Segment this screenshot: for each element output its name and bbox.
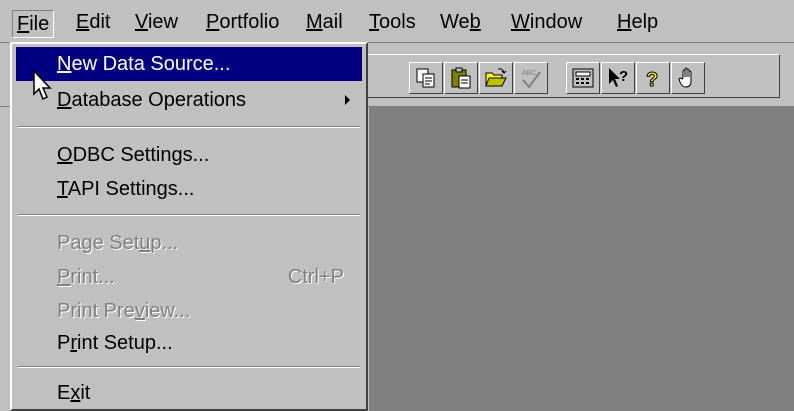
context-help-icon: ? (609, 68, 628, 87)
menu-window[interactable]: Window (511, 8, 582, 36)
menu-item-tapi-settings[interactable]: TAPI Settings... (16, 172, 362, 206)
menu-item-label: Print Pre (57, 300, 135, 322)
menu-tools-text-rest: ools (379, 11, 416, 33)
help-icon: ? (646, 69, 659, 91)
menu-mail-accel: M (306, 11, 323, 33)
menu-bar: File Edit View Portfolio Mail Tools Web … (0, 0, 794, 43)
menu-web-accel: b (469, 11, 481, 33)
menu-item-label-rest: API Settings... (67, 178, 195, 200)
submenu-arrow-icon (345, 95, 350, 105)
menu-web[interactable]: Web (440, 8, 481, 36)
spell-check-icon: ABC (522, 70, 541, 89)
mouse-pointer-icon (33, 70, 52, 101)
menu-portfolio-accel: P (206, 11, 220, 33)
menu-item-label-rest: int Setup... (77, 332, 173, 354)
menu-edit-accel: E (76, 11, 90, 33)
menu-separator (18, 126, 360, 128)
copy-button[interactable] (409, 62, 443, 94)
menu-separator (18, 214, 360, 216)
menu-item-accel: v (134, 300, 145, 322)
paste-button[interactable] (444, 62, 478, 94)
menu-window-text-rest: indow (529, 11, 583, 33)
menu-tools[interactable]: Tools (369, 8, 416, 36)
menu-item-shortcut: Ctrl+P (287, 266, 344, 288)
menu-separator (18, 366, 360, 368)
calculator-icon (572, 68, 594, 88)
help-glyph: ? (646, 69, 658, 90)
menu-item-accel: r (70, 332, 78, 354)
menu-file[interactable]: File (12, 10, 55, 38)
menu-help-text-rest: elp (631, 11, 659, 33)
menu-portfolio-text-rest: ortfolio (219, 11, 280, 33)
menu-item-odbc-settings[interactable]: ODBC Settings... (16, 138, 362, 172)
menu-mail[interactable]: Mail (306, 8, 343, 36)
menu-item-accel: N (57, 53, 72, 75)
menu-edit-text-rest: dit (89, 11, 111, 33)
context-help-button[interactable]: ? (601, 62, 635, 94)
menu-file-text-rest: ile (29, 13, 50, 35)
menu-item-label-rest: iew... (144, 300, 191, 322)
menu-item-label-rest: p... (150, 232, 179, 254)
menu-item-print-preview: Print Preview... (16, 294, 362, 328)
context-help-glyph: ? (619, 68, 628, 85)
menu-item-page-setup: Page Setup... (16, 226, 362, 260)
menu-item-accel: T (57, 178, 68, 200)
menu-view-accel: V (135, 11, 148, 33)
copy-icon (416, 68, 435, 88)
paste-icon (451, 67, 471, 89)
menu-view-text-rest: iew (147, 11, 178, 33)
menu-item-label-rest: atabase Operations (71, 89, 247, 111)
help-button[interactable]: ? (636, 62, 670, 94)
open-button[interactable] (479, 62, 513, 94)
menu-item-label: Page Set (57, 232, 140, 254)
menu-item-print: Print... Ctrl+P (16, 260, 362, 294)
calculator-button[interactable] (566, 62, 600, 94)
workspace (369, 106, 794, 411)
menu-item-label: P (57, 332, 71, 354)
menu-item-accel: x (70, 382, 81, 404)
menu-item-accel: P (57, 266, 71, 288)
menu-view[interactable]: View (135, 8, 178, 36)
menu-item-new-data-source[interactable]: New Data Source... (16, 47, 362, 81)
menu-file-accel: F (17, 13, 30, 35)
menu-item-accel: u (139, 232, 151, 254)
menu-portfolio[interactable]: Portfolio (206, 8, 279, 36)
hand-button[interactable] (671, 62, 705, 94)
menu-item-label-rest: it (80, 382, 91, 404)
menu-web-text: We (440, 11, 470, 33)
menu-item-accel: O (57, 144, 73, 166)
open-folder-icon (485, 68, 507, 87)
menu-item-label-rest: ew Data Source... (71, 53, 231, 75)
menu-edit[interactable]: Edit (76, 8, 110, 36)
menu-window-accel: W (511, 11, 530, 33)
menu-tools-accel: T (369, 11, 379, 33)
menu-item-label-rest: DBC Settings... (72, 144, 210, 166)
spell-check-glyph: ABC (522, 70, 536, 77)
menu-item-label: E (57, 382, 71, 404)
menu-help[interactable]: Help (617, 8, 658, 36)
menu-help-accel: H (617, 11, 632, 33)
toolbar-button-group: ABC ? ? (366, 54, 780, 98)
menu-item-database-operations[interactable]: Database Operations (16, 83, 362, 117)
file-dropdown-menu: New Data Source... Database Operations O… (10, 42, 368, 411)
menu-mail-text-rest: ail (322, 11, 343, 33)
menu-item-print-setup[interactable]: Print Setup... (16, 326, 362, 360)
menu-item-label-rest: rint... (70, 266, 115, 288)
menu-item-exit[interactable]: Exit (16, 376, 362, 410)
menu-item-accel: D (57, 89, 72, 111)
hand-icon (678, 67, 692, 88)
spell-check-button[interactable]: ABC (514, 62, 548, 94)
